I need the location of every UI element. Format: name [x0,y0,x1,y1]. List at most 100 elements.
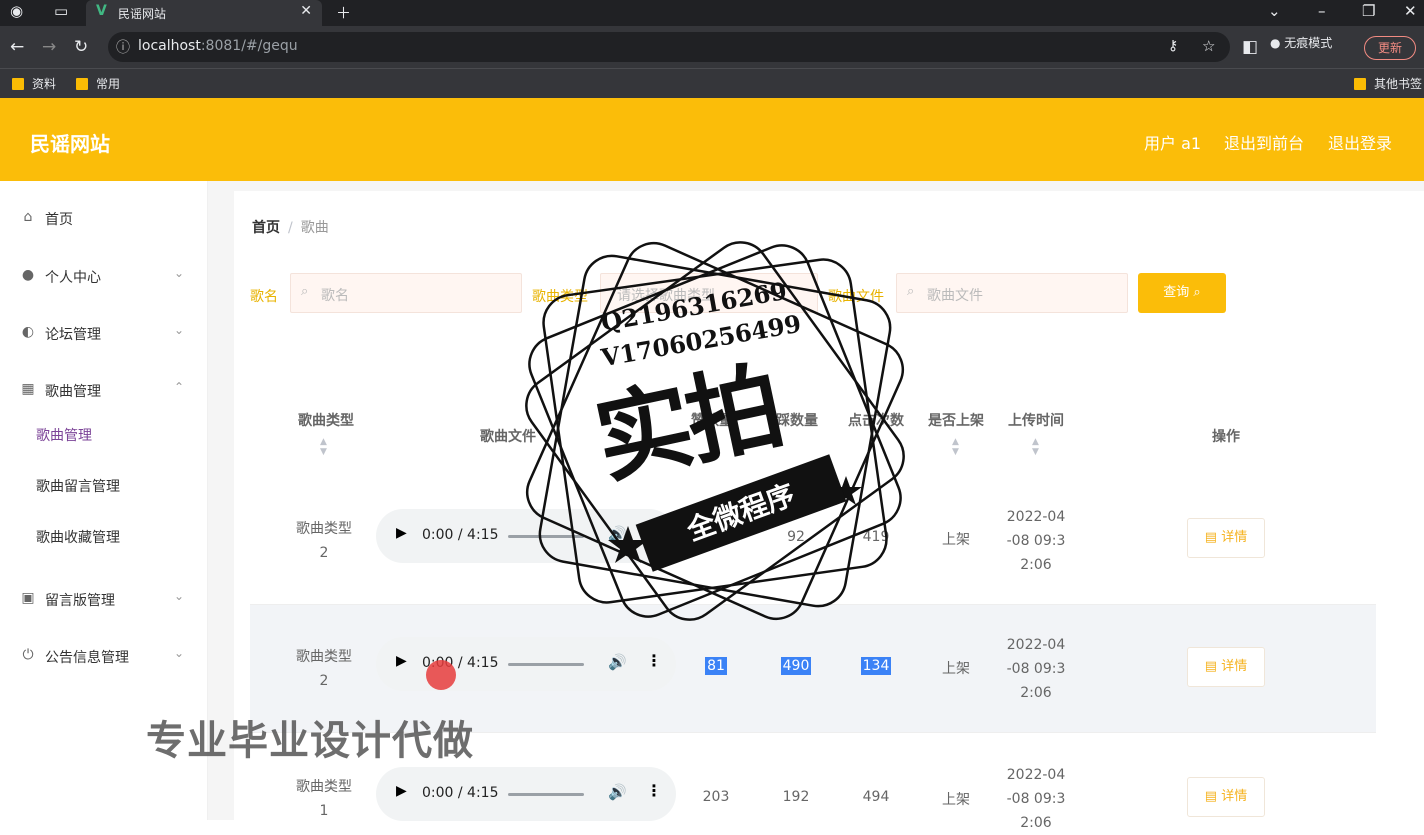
star-icon[interactable]: ☆ [1202,37,1215,55]
sidebar-item-label: 留言版管理 [45,593,115,609]
sidebar-subitem-song-comments[interactable]: 歌曲留言管理 [0,468,208,504]
close-icon[interactable]: ✕ [300,3,312,19]
globe-icon[interactable]: ◉ [10,2,23,20]
cell-dislikes: 192 [782,789,810,805]
new-tab-icon[interactable]: ＋ [336,2,351,23]
sidebar-item-personal[interactable]: ● 个人中心 ⌄ [0,257,208,297]
detail-button[interactable]: ▤ 详情 [1187,518,1265,558]
tab-window-icon[interactable]: ▭ [54,2,68,20]
more-options-icon[interactable]: ⋮ [646,651,662,670]
url-text: localhost:8081/#/gequ [138,38,298,54]
sort-icon[interactable]: ▲ ▼ [320,437,327,457]
cell-upload-time: 2022-04 -08 09:3 2:06 [1006,509,1066,573]
search-button-label: 查询 [1163,285,1190,300]
col-header-song-type[interactable]: 歌曲类型 [296,410,356,430]
play-icon[interactable]: ▶ [396,525,407,541]
cell-likes: 203 [702,789,730,805]
key-icon[interactable]: ⚷ [1168,38,1178,54]
sort-icon[interactable]: ▲ ▼ [952,437,959,457]
restore-icon[interactable]: ❐ [1362,2,1375,20]
forward-icon[interactable]: → [42,37,56,57]
sort-icon[interactable]: ▲ ▼ [1032,437,1039,457]
grid-icon: ▦ [21,381,35,397]
play-icon[interactable]: ▶ [396,653,407,669]
window-close-icon[interactable]: ✕ [1404,2,1417,20]
cell-song-type: 歌曲类型 2 [296,649,352,689]
folder-icon [12,78,24,90]
chevron-down-icon: ⌄ [174,323,185,337]
chevron-down-icon: ⌄ [174,266,185,280]
more-options-icon[interactable]: ⋮ [646,781,662,800]
sidebar-item-label: 公告信息管理 [45,650,129,666]
search-button[interactable]: 查询 ⌕ [1138,273,1226,313]
bulb-icon: ◐ [21,324,35,340]
input-placeholder: 歌名 [321,288,349,304]
song-file-input[interactable]: ⌕ 歌曲文件 [896,273,1128,313]
minimize-icon[interactable]: – [1318,2,1326,20]
cell-status: 上架 [942,532,970,548]
sidebar-item-home[interactable]: ⌂ 首页 [0,199,208,239]
address-bar[interactable]: ⓘ localhost:8081/#/gequ ⚷ ☆ [108,32,1230,62]
power-icon: ⏻ [22,647,34,663]
sidebar-item-label: 歌曲管理 [45,384,101,400]
bookmark-folder-1[interactable]: 资料 [12,75,56,92]
sidebar-item-songs[interactable]: ▦ 歌曲管理 ⌃ [0,371,208,411]
audio-time: 0:00 / 4:15 [422,527,499,543]
sidebar-item-label: 论坛管理 [45,327,101,343]
chevron-down-icon: ⌄ [174,646,185,660]
audio-seek-bar[interactable] [508,663,584,666]
user-icon: ● [21,267,35,283]
exit-to-front-link[interactable]: 退出到前台 [1224,130,1304,154]
cell-status: 上架 [942,661,970,677]
audio-player[interactable]: ▶ 0:00 / 4:15 🔊 ⋮ [376,637,676,691]
sidebar-item-label: 个人中心 [45,270,101,286]
col-header-status[interactable]: 是否上架 [926,410,986,430]
detail-button-label: 详情 [1221,659,1248,674]
cell-upload-time: 2022-04 -08 09:3 2:06 [1006,637,1066,701]
breadcrumb-home[interactable]: 首页 [252,220,280,236]
detail-button[interactable]: ▤ 详情 [1187,777,1265,817]
trash-icon: ▣ [21,590,35,606]
watermark-text: 专业毕业设计代做 [146,718,474,764]
sidebar-item-notices[interactable]: ⏻ 公告信息管理 ⌄ [0,637,208,677]
logout-link[interactable]: 退出登录 [1328,130,1392,154]
update-button[interactable]: 更新 [1364,36,1416,60]
cell-song-type: 歌曲类型 2 [296,521,352,561]
volume-icon[interactable]: 🔊 [608,653,627,671]
filter-name-label: 歌名 [250,289,278,305]
bookmark-folder-2[interactable]: 常用 [76,75,120,92]
col-header-actions: 操作 [1212,429,1240,445]
chevron-down-icon: ⌄ [174,589,185,603]
cell-clicks: 134 [860,657,892,675]
cell-likes: 81 [705,657,727,675]
input-placeholder: 歌曲文件 [927,288,983,304]
audio-player[interactable]: ▶ 0:00 / 4:15 🔊 ⋮ [376,767,676,821]
sidebar-item-forum[interactable]: ◐ 论坛管理 ⌄ [0,314,208,354]
breadcrumb-current: 歌曲 [300,220,329,236]
detail-button[interactable]: ▤ 详情 [1187,647,1265,687]
other-bookmarks[interactable]: 其他书签 [1354,75,1422,92]
play-icon[interactable]: ▶ [396,783,407,799]
sidebar-subitem-song-manage[interactable]: 歌曲管理 [0,417,208,453]
info-icon[interactable]: ⓘ [116,37,130,57]
cell-clicks: 494 [862,789,890,805]
cell-dislikes: 490 [780,657,812,675]
browser-tab-bar: ◉ ▭ V 民谣网站 ✕ ＋ ⌄ – ❐ ✕ [0,0,1424,26]
song-name-input[interactable]: ⌕ 歌名 [290,273,522,313]
cursor-highlight [426,660,456,690]
detail-button-label: 详情 [1221,530,1248,545]
reload-icon[interactable]: ↻ [74,37,88,57]
user-link[interactable]: 用户 a1 [1144,130,1201,154]
audio-seek-bar[interactable] [508,793,584,796]
back-icon[interactable]: ← [10,37,24,57]
incognito-label: 无痕模式 [1284,36,1333,50]
sidebar-subitem-song-favorites[interactable]: 歌曲收藏管理 [0,519,208,555]
breadcrumb: 首页 / 歌曲 [252,217,329,237]
sidebar-item-messages[interactable]: ▣ 留言版管理 ⌄ [0,580,208,620]
browser-tab[interactable]: V 民谣网站 ✕ [86,0,322,26]
volume-icon[interactable]: 🔊 [608,783,627,801]
incognito-indicator[interactable]: ● 无痕模式 [1270,34,1332,51]
chevron-down-icon[interactable]: ⌄ [1268,2,1281,20]
col-header-upload-time[interactable]: 上传时间 [1006,410,1066,430]
sidepanel-icon[interactable]: ◧ [1242,37,1258,57]
